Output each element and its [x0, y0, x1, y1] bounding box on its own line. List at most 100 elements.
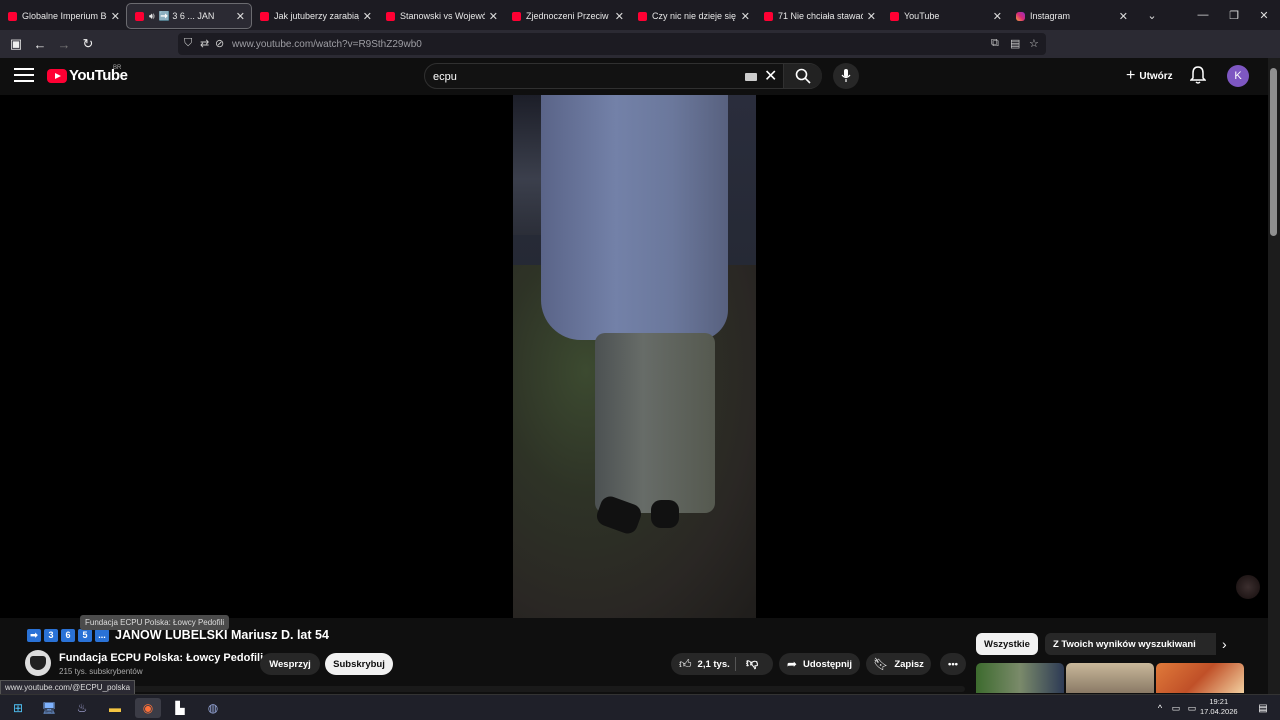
filter-chip[interactable]: Z Twoich wyników wyszukiwania [1044, 633, 1210, 655]
close-tab-icon[interactable]: ✕ [363, 10, 372, 23]
address-bar[interactable]: ⛉ ⇄ ⊘ www.youtube.com/watch?v=R9SthZ29wb… [178, 33, 1046, 55]
like-divider [735, 657, 736, 671]
play-logo-icon [47, 68, 67, 83]
list-tabs-icon[interactable]: ⌄ [1136, 0, 1168, 30]
account-avatar[interactable]: K [1227, 65, 1249, 87]
forward-button[interactable]: → [52, 32, 76, 56]
close-window-button[interactable]: ✕ [1248, 0, 1280, 30]
close-tab-icon[interactable]: ✕ [236, 10, 245, 23]
thumbs-down-icon[interactable]: 👎︎ [746, 656, 758, 671]
close-tab-icon[interactable]: ✕ [1119, 10, 1128, 23]
close-tab-icon[interactable]: ✕ [867, 10, 876, 23]
close-tab-icon[interactable]: ✕ [993, 10, 1002, 23]
page-scrollbar[interactable] [1268, 58, 1280, 698]
close-tab-icon[interactable]: ✕ [741, 10, 750, 23]
video-player[interactable] [0, 95, 1268, 618]
plus-icon: + [1126, 67, 1136, 84]
browser-tab[interactable]: Zjednoczeni Przeciw Ras ✕ [504, 3, 630, 29]
share-button[interactable]: ➦ Udostępnij [779, 653, 860, 675]
more-actions-button[interactable]: ••• [940, 653, 966, 675]
browser-tab[interactable]: Instagram ✕ [1008, 3, 1134, 29]
like-button[interactable]: 👍︎ 2,1 tys. 👎︎ [671, 653, 773, 675]
browser-tab[interactable]: Jak jutuberzy zarabiają n ✕ [252, 3, 378, 29]
browser-tab[interactable]: YouTube ✕ [882, 3, 1008, 29]
filter-chip[interactable]: Wszystkie [976, 633, 1038, 655]
clear-search-icon[interactable]: ✕ [764, 66, 777, 86]
youtube-favicon-icon [638, 11, 647, 21]
minimize-button[interactable]: — [1187, 0, 1219, 30]
maximize-button[interactable]: ❐ [1218, 0, 1250, 30]
save-button[interactable]: 🔖︎ Zapisz [866, 653, 931, 675]
close-tab-icon[interactable]: ✕ [111, 10, 120, 23]
speaker-icon[interactable]: 🔊︎ [149, 11, 155, 22]
tray-network-icon[interactable]: ▭ [1184, 698, 1200, 718]
hamburger-menu-icon[interactable] [14, 68, 34, 84]
create-button[interactable]: + Utwórz [1116, 64, 1183, 88]
back-button[interactable]: ← [28, 32, 52, 56]
tab-title: Instagram [1030, 11, 1071, 21]
tray-display-icon[interactable]: ▭ [1168, 698, 1184, 718]
channel-watermark-icon[interactable] [1236, 575, 1260, 599]
voice-search-button[interactable] [833, 63, 859, 89]
youtube-logo[interactable]: YouTube BR [47, 65, 128, 84]
browser-tab[interactable]: 🔊︎ ➡️ 3 6 ... JAN ✕ [126, 3, 252, 29]
sidebar-icon[interactable]: ▣ [4, 32, 28, 56]
related-thumbnail[interactable] [976, 663, 1064, 693]
support-button[interactable]: Wesprzyj [260, 653, 320, 675]
chevron-right-icon[interactable]: › [1222, 636, 1227, 652]
more-horizontal-icon: ••• [948, 658, 958, 670]
channel-avatar[interactable] [25, 650, 51, 676]
notifications-icon[interactable]: ▤ [1250, 698, 1276, 718]
file-explorer-icon[interactable]: ▬ [102, 698, 128, 718]
firefox-icon[interactable]: ◉ [135, 698, 161, 718]
youtube-favicon-icon [8, 11, 17, 21]
browser-tab[interactable]: Czy nic nie dzieje się prz ✕ [630, 3, 756, 29]
search-button[interactable] [783, 64, 822, 88]
start-windows-icon[interactable]: ⊞ [5, 698, 31, 718]
subscribe-button[interactable]: Subskrybuj [325, 653, 393, 675]
search-input[interactable] [433, 68, 733, 85]
clock-time: 19:21 [1209, 697, 1229, 706]
browser-tab[interactable]: 71 Nie chciała stawać (M ✕ [756, 3, 882, 29]
tab-strip: Globalne Imperium Bezk ✕ 🔊︎➡️ 3 6 ... JAN ✕… [0, 1, 1134, 29]
computer-icon[interactable]: 🖥︎ [36, 698, 62, 718]
reader-view-icon[interactable]: ▤ [1010, 37, 1020, 50]
save-label: Zapisz [894, 658, 924, 670]
tab-title: 71 Nie chciała stawać (M [778, 11, 863, 21]
scrollbar-thumb[interactable] [1270, 68, 1277, 236]
search-icon [795, 68, 811, 84]
title-emojis: ➡ 3 6 5... [27, 628, 112, 642]
channel-name-link[interactable]: Fundacja ECPU Polska: Łowcy Pedofili [59, 652, 263, 664]
link-status-url: www.youtube.com/@ECPU_polska [0, 680, 136, 695]
close-tab-icon[interactable]: ✕ [615, 10, 624, 23]
video-shoe-right [651, 500, 679, 528]
youtube-favicon-icon [386, 11, 395, 21]
video-frame [513, 95, 756, 618]
clock-date: 17.04.2026 [1200, 707, 1238, 716]
picture-in-picture-icon[interactable]: ⧉ [991, 37, 999, 50]
title-emoji-icon: 5 [78, 628, 92, 642]
reload-button[interactable]: ↻ [76, 32, 100, 56]
close-tab-icon[interactable]: ✕ [489, 10, 498, 23]
system-clock[interactable]: 19:21 17.04.2026 [1200, 697, 1238, 717]
bookmark-star-icon[interactable]: ☆ [1029, 37, 1039, 50]
app-globe-icon[interactable]: ◍ [200, 698, 226, 718]
keyboard-icon[interactable] [745, 73, 757, 81]
related-thumbnail[interactable] [1066, 663, 1154, 693]
camera-blocked-icon[interactable]: ⊘ [215, 37, 224, 50]
bookmark-icon: 🔖︎ [873, 657, 889, 671]
tab-title: Globalne Imperium Bezk [22, 11, 107, 21]
editor-app-icon[interactable]: ▙ [167, 698, 193, 718]
tray-chevron-icon[interactable]: ^ [1152, 698, 1168, 718]
browser-tab[interactable]: Globalne Imperium Bezk ✕ [0, 3, 126, 29]
youtube-favicon-icon [512, 11, 521, 21]
notifications-bell-icon[interactable] [1189, 66, 1208, 86]
steam-icon[interactable]: ♨ [69, 698, 95, 718]
permissions-icon[interactable]: ⇄ [200, 37, 209, 50]
shield-icon[interactable]: ⛉ [184, 37, 192, 50]
browser-tab[interactable]: Stanowski vs Wojewódzk ✕ [378, 3, 504, 29]
related-thumbnail[interactable] [1156, 663, 1244, 693]
title-emoji-icon: 6 [61, 628, 75, 642]
like-count: 2,1 tys. [697, 658, 730, 670]
youtube-favicon-icon [764, 11, 773, 21]
